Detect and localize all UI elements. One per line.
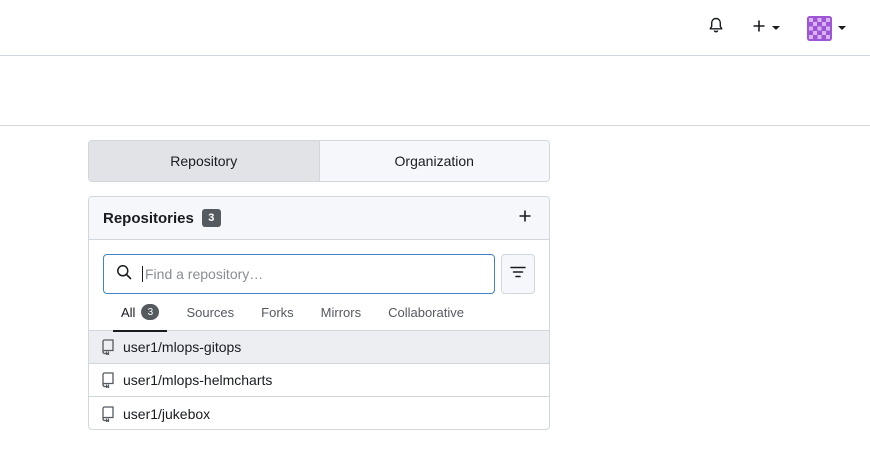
tab-count-badge: 3 <box>141 304 160 320</box>
repo-list: user1/mlops-gitops user1/mlops-helmchart… <box>89 331 549 429</box>
repo-icon <box>101 372 115 388</box>
filter-button[interactable] <box>501 254 535 294</box>
create-menu-button[interactable] <box>748 14 784 42</box>
header-strip <box>0 56 870 126</box>
repositories-panel: Repositories 3 Find a repository… All 3 … <box>88 196 550 430</box>
tab-label: All <box>121 305 136 320</box>
plus-icon <box>518 209 532 228</box>
tab-all[interactable]: All 3 <box>112 298 169 332</box>
list-item[interactable]: user1/mlops-gitops <box>89 331 549 364</box>
repo-filter-tabs: All 3 Sources Forks Mirrors Collaborativ… <box>89 298 549 332</box>
dashboard-context-switch: Repository Organization <box>88 140 550 182</box>
repo-link[interactable]: user1/mlops-helmcharts <box>123 372 272 388</box>
list-item[interactable]: user1/mlops-helmcharts <box>89 364 549 397</box>
tab-label: Collaborative <box>388 305 464 320</box>
repo-icon <box>101 339 115 355</box>
repo-link[interactable]: user1/mlops-gitops <box>123 339 241 355</box>
avatar <box>806 15 832 41</box>
repo-link[interactable]: user1/jukebox <box>123 406 210 422</box>
tab-label: Sources <box>186 305 235 320</box>
switch-repository[interactable]: Repository <box>89 141 320 181</box>
search-input[interactable] <box>142 266 472 282</box>
search-box[interactable] <box>103 254 495 294</box>
tab-forks[interactable]: Forks <box>261 298 294 331</box>
new-repo-button[interactable] <box>515 208 535 228</box>
search-row <box>89 240 549 298</box>
tab-sources[interactable]: Sources <box>186 298 234 331</box>
tab-label: Mirrors <box>320 305 362 320</box>
switch-organization[interactable]: Organization <box>319 141 549 181</box>
tab-mirrors[interactable]: Mirrors <box>321 298 361 331</box>
chevron-down-icon <box>772 26 780 30</box>
plus-icon <box>752 19 766 38</box>
top-navbar <box>0 0 870 56</box>
tab-label: Forks <box>261 305 294 320</box>
repo-icon <box>101 405 115 422</box>
tab-collaborative[interactable]: Collaborative <box>388 298 464 331</box>
notifications-button[interactable] <box>704 14 728 42</box>
chevron-down-icon <box>837 26 846 30</box>
repo-count-badge: 3 <box>201 209 221 227</box>
panel-title: Repositories <box>103 209 194 227</box>
user-menu-button[interactable] <box>804 14 848 42</box>
panel-header: Repositories 3 <box>89 197 549 240</box>
search-icon <box>116 264 132 285</box>
list-item[interactable]: user1/jukebox <box>89 397 549 429</box>
bell-icon <box>708 17 724 39</box>
filter-icon <box>510 265 526 284</box>
